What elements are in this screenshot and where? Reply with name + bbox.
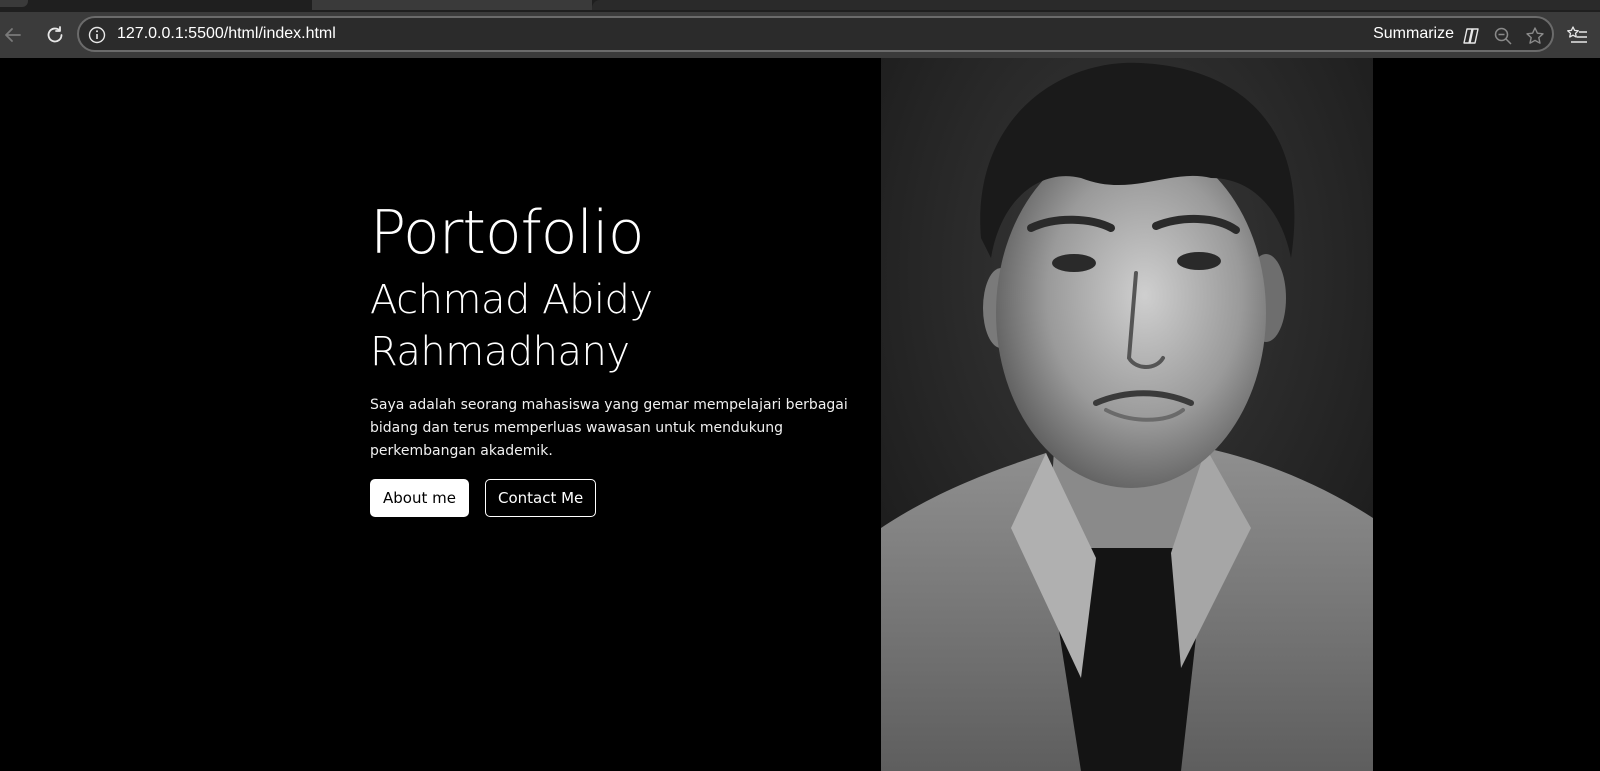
page-title: Portofolio	[370, 198, 645, 268]
active-tab[interactable]	[592, 0, 1600, 10]
address-bar[interactable]: 127.0.0.1:5500/html/index.html Summarize	[77, 16, 1554, 52]
portrait-photo	[881, 58, 1373, 771]
portrait-image	[881, 58, 1373, 771]
hero-description: Saya adalah seorang mahasiswa yang gemar…	[370, 397, 848, 459]
author-name: Achmad Abidy Rahmadhany	[370, 277, 653, 375]
hero-section: Portofolio Achmad Abidy Rahmadhany Saya …	[370, 198, 860, 517]
summarize-button[interactable]: Summarize	[1373, 25, 1454, 43]
back-button[interactable]	[0, 22, 26, 48]
url-text[interactable]: 127.0.0.1:5500/html/index.html	[117, 25, 336, 43]
copilot-icon[interactable]	[1460, 25, 1482, 47]
star-icon[interactable]	[1524, 25, 1546, 47]
info-icon[interactable]	[88, 26, 106, 44]
tab-strip	[0, 0, 1600, 12]
tab[interactable]	[0, 0, 28, 7]
reload-button[interactable]	[42, 22, 68, 48]
browser-toolbar: 127.0.0.1:5500/html/index.html Summarize	[0, 12, 1600, 58]
contact-me-button[interactable]: Contact Me	[484, 479, 597, 517]
zoom-out-icon[interactable]	[1492, 25, 1514, 47]
about-me-button[interactable]: About me	[370, 479, 469, 517]
favorites-icon[interactable]	[1565, 24, 1589, 48]
page-content: Portofolio Achmad Abidy Rahmadhany Saya …	[0, 58, 1600, 771]
back-arrow-icon	[5, 28, 21, 42]
tab[interactable]	[312, 0, 592, 10]
reload-icon	[47, 26, 63, 43]
hero-buttons: About me Contact Me	[370, 479, 860, 517]
